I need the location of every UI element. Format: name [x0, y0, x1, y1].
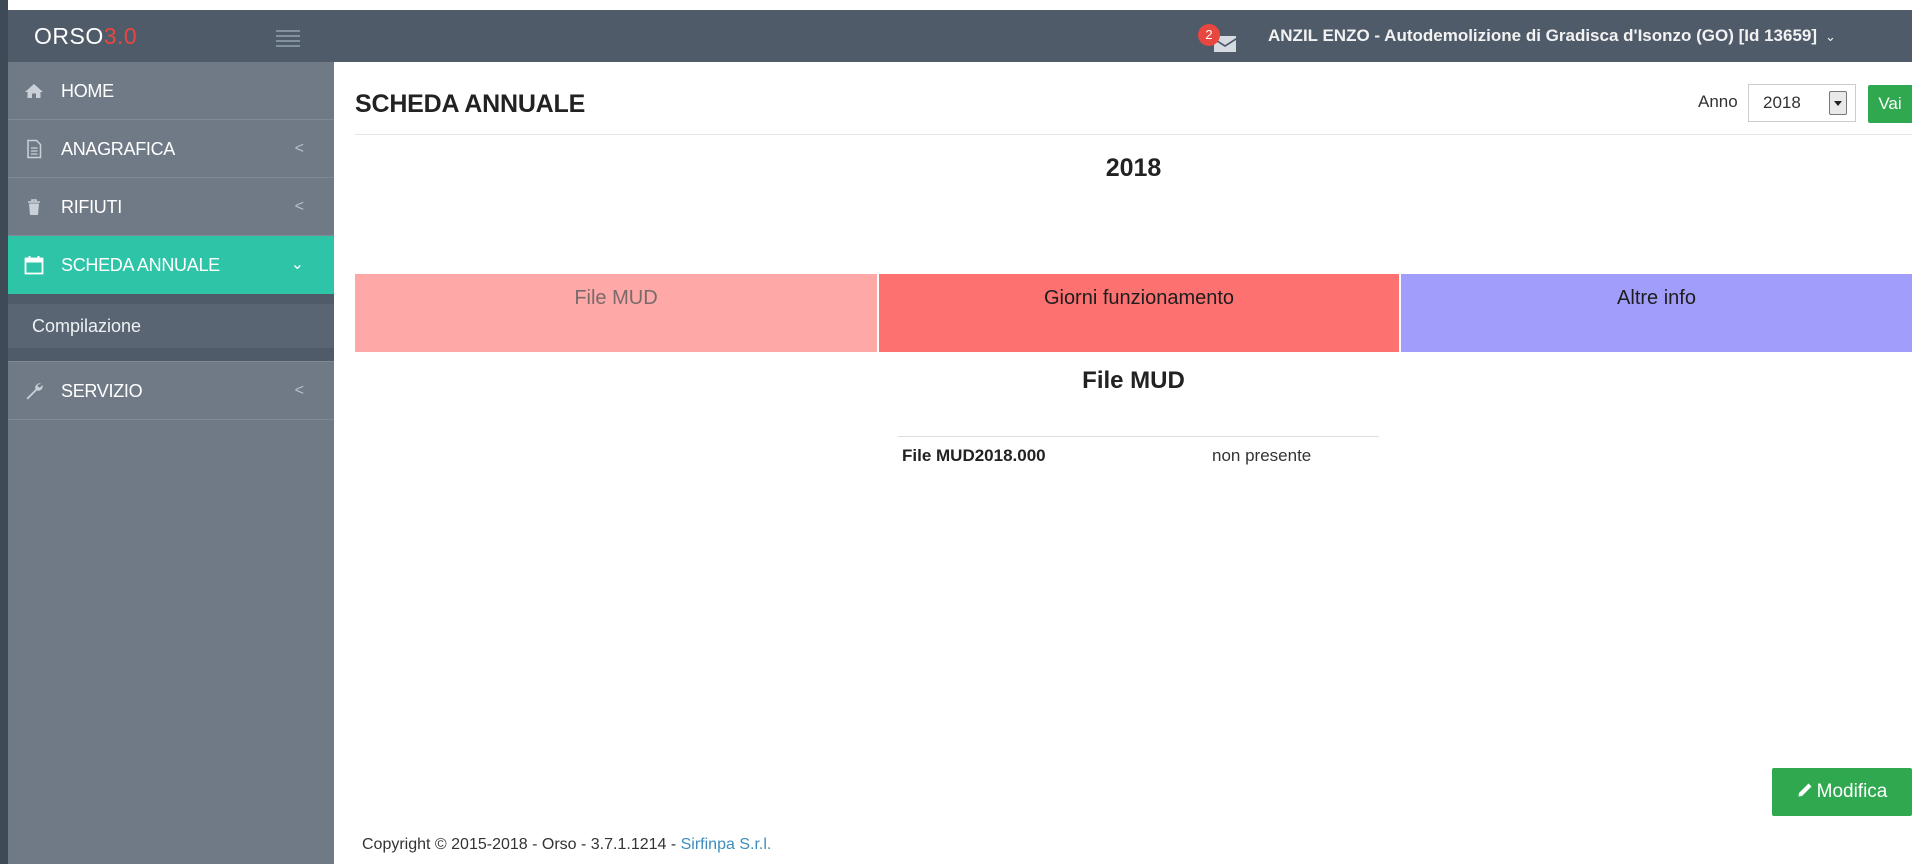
footer-text: Copyright © 2015-2018 - Orso - 3.7.1.121…: [362, 836, 681, 853]
sidebar-item-label: SERVIZIO: [61, 381, 143, 401]
title-divider: [355, 134, 1912, 135]
pencil-icon: [1798, 783, 1812, 797]
user-label: ANZIL ENZO - Autodemolizione di Gradisca…: [1268, 26, 1818, 45]
tab-altre-info[interactable]: Altre info: [1401, 274, 1912, 352]
wrench-icon: [26, 383, 43, 400]
sidebar-item-rifiuti[interactable]: RIFIUTI <: [8, 178, 334, 236]
calendar-icon: [24, 256, 44, 275]
document-icon: [27, 139, 42, 159]
hamburger-menu-icon[interactable]: [276, 30, 300, 47]
chevron-left-icon: <: [294, 140, 304, 157]
footer-company-link[interactable]: Sirfinpa S.r.l.: [681, 836, 772, 853]
tab-giorni-funzionamento[interactable]: Giorni funzionamento: [879, 274, 1399, 352]
sidebar-item-home[interactable]: HOME: [8, 62, 334, 120]
page-title: SCHEDA ANNUALE: [355, 90, 586, 118]
trash-icon: [28, 199, 40, 215]
section-heading: File MUD: [1082, 367, 1185, 394]
sidebar-item-label: RIFIUTI: [61, 197, 122, 217]
file-mud-table: File MUD2018.000 non presente: [898, 436, 1379, 475]
scheda-annuale-submenu: Compilazione: [8, 294, 334, 362]
sidebar-item-anagrafica[interactable]: ANAGRAFICA <: [8, 120, 334, 178]
chevron-down-icon: ⌄: [290, 256, 304, 273]
anno-select[interactable]: 2018: [1748, 84, 1856, 122]
mud-file-status: non presente: [1212, 446, 1312, 465]
anno-selected-value: 2018: [1763, 93, 1801, 112]
modifica-label: Modifica: [1816, 781, 1888, 802]
sidebar-item-label: ANAGRAFICA: [61, 139, 176, 159]
main-content: SCHEDA ANNUALE Anno 2018 Vai 2018 File M…: [334, 62, 1912, 864]
dropdown-arrow-icon: [1829, 91, 1847, 115]
top-strip: [0, 0, 1912, 10]
submenu-item-compilazione[interactable]: Compilazione: [8, 304, 334, 348]
left-edge-strip: [0, 0, 8, 864]
sidebar: HOME ANAGRAFICA < RIFIUTI < SCHEDA ANNUA…: [8, 62, 334, 864]
year-heading: 2018: [1105, 154, 1162, 182]
sidebar-item-label: HOME: [61, 81, 114, 101]
user-menu[interactable]: ANZIL ENZO - Autodemolizione di Gradisca…: [1268, 10, 1836, 62]
mud-file-name: File MUD2018.000: [902, 446, 1046, 465]
notification-badge: 2: [1198, 24, 1220, 46]
section-tabs: File MUD Giorni funzionamento Altre info: [355, 274, 1912, 352]
home-icon: [25, 84, 43, 98]
sidebar-item-servizio[interactable]: SERVIZIO <: [8, 362, 334, 420]
footer: Copyright © 2015-2018 - Orso - 3.7.1.121…: [362, 836, 771, 854]
chevron-left-icon: <: [294, 382, 304, 399]
chevron-left-icon: <: [294, 198, 304, 215]
logo-main-text: ORSO: [34, 23, 104, 49]
anno-label: Anno: [1698, 92, 1738, 111]
sidebar-item-label: SCHEDA ANNUALE: [61, 255, 220, 275]
logo-version-text: 3.0: [103, 23, 138, 49]
vai-button[interactable]: Vai: [1868, 85, 1912, 123]
sidebar-item-scheda-annuale[interactable]: SCHEDA ANNUALE ⌄: [8, 236, 334, 294]
table-row: File MUD2018.000 non presente: [898, 437, 1379, 475]
modifica-button[interactable]: Modifica: [1772, 768, 1912, 816]
tab-file-mud[interactable]: File MUD: [355, 274, 877, 352]
top-header: ORSO3.0 2 ANZIL ENZO - Autodemolizione d…: [8, 10, 1912, 62]
notifications[interactable]: 2: [1198, 24, 1242, 54]
app-logo[interactable]: ORSO3.0: [34, 10, 137, 62]
chevron-down-icon: ⌄: [1825, 29, 1836, 44]
